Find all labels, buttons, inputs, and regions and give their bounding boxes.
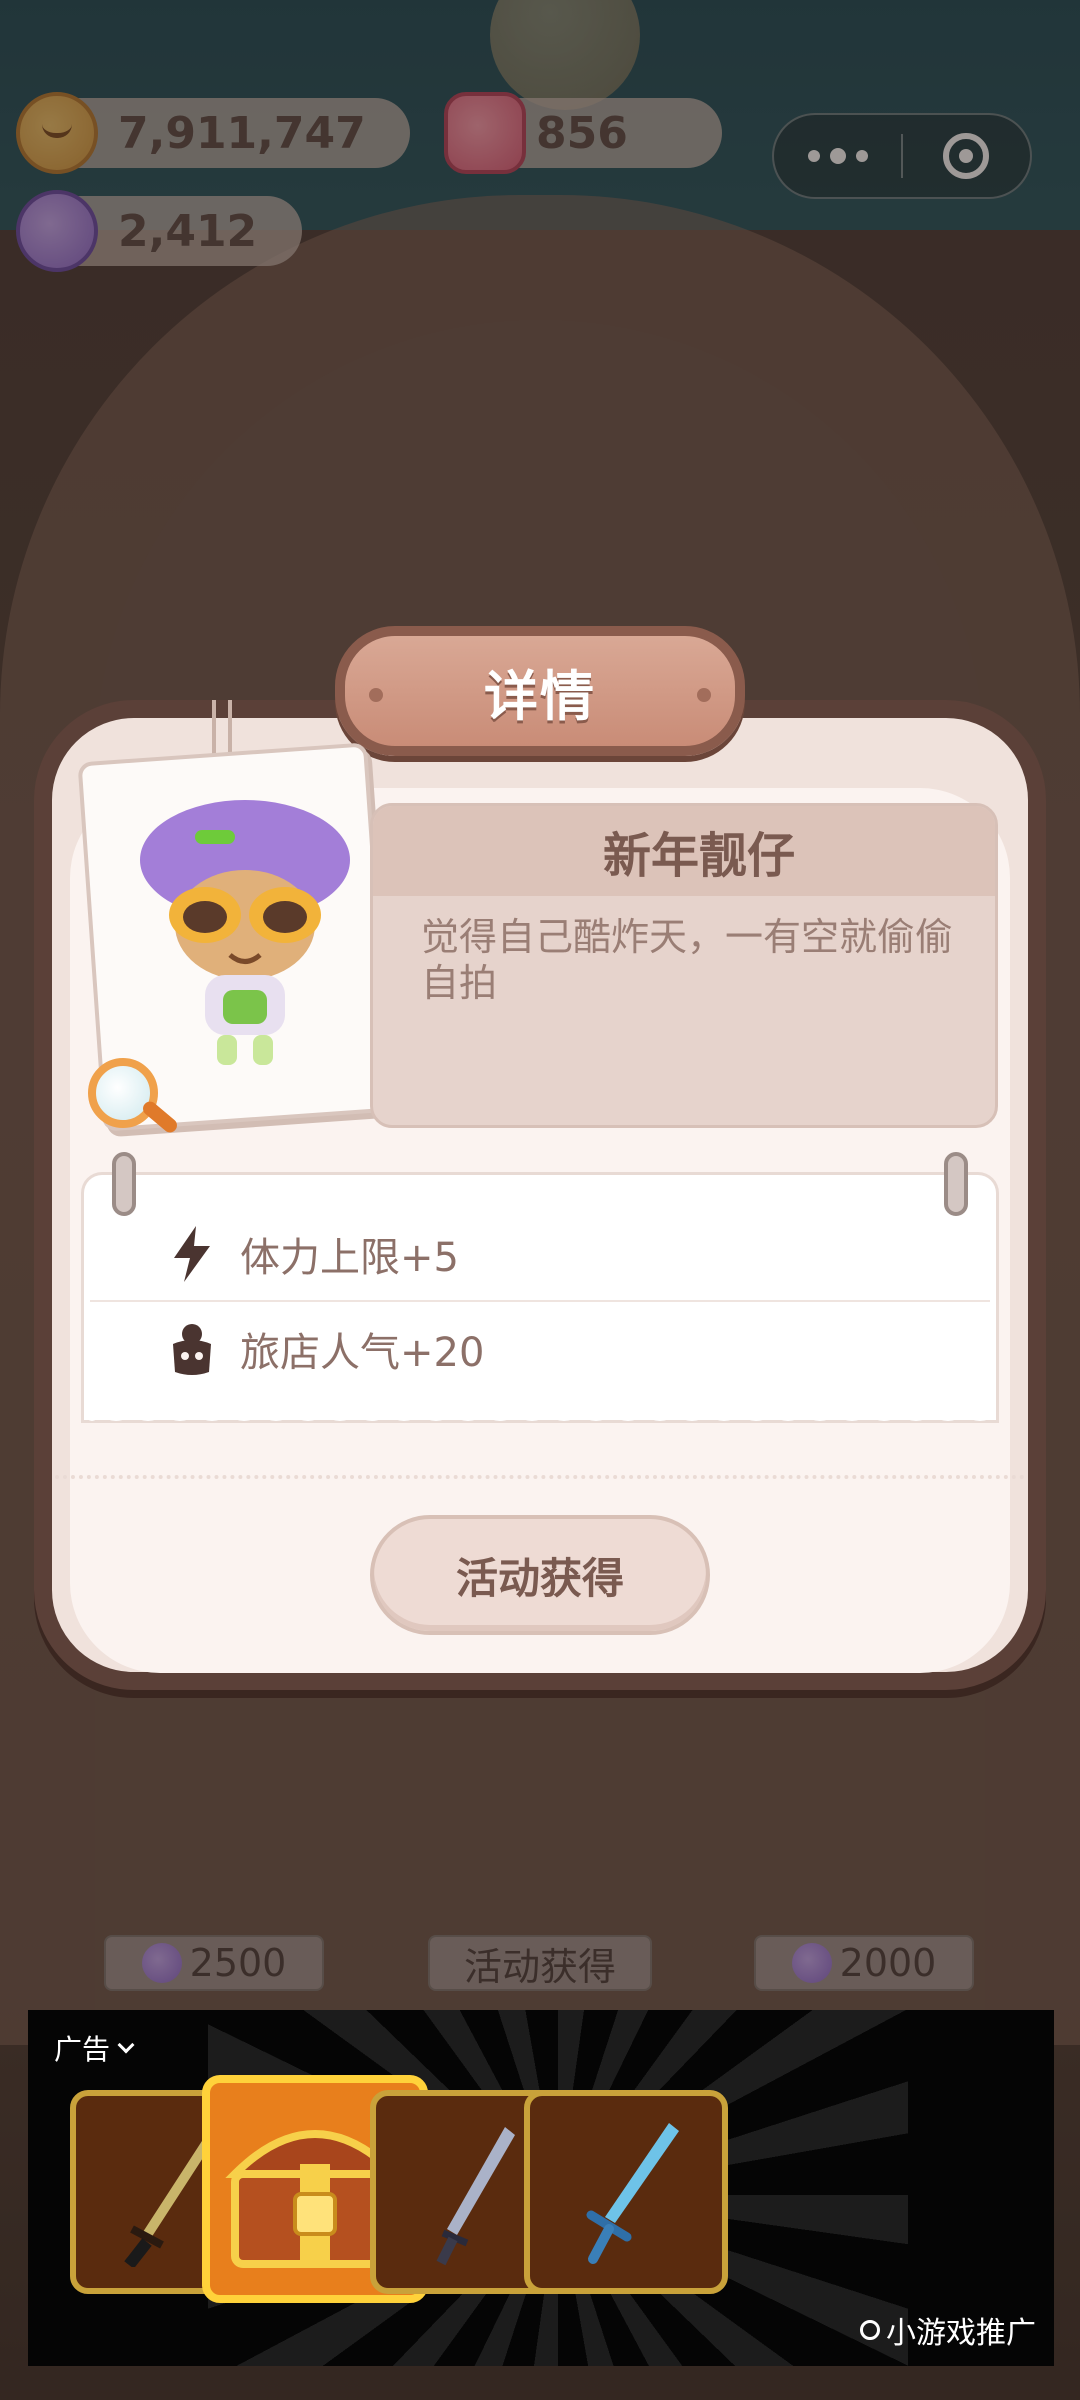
acquire-button-label: 活动获得 (455, 1553, 624, 1603)
promo-text: 小游戏推广 (886, 2316, 1036, 2351)
ad-label-text: 广告 (54, 2033, 111, 2066)
modal-title: 详情 (484, 664, 596, 728)
character-portrait (140, 800, 350, 1065)
paper-wave-edge (84, 1405, 996, 1421)
paper-clip-left (112, 1152, 136, 1216)
magnifier-icon[interactable] (88, 1058, 158, 1128)
link-icon (855, 2315, 885, 2345)
paper-clip-right (944, 1152, 968, 1216)
stat-row-stamina: 体力上限+5 (84, 1208, 996, 1300)
mini-game-promo[interactable]: 小游戏推广 (855, 2308, 1036, 2352)
acquire-button[interactable]: 活动获得 (370, 1515, 710, 1635)
item-info-box: 新年靓仔 觉得自己酷炸天，一有空就偷偷自拍 (370, 803, 998, 1128)
stat-text: 旅店人气+20 (240, 1330, 485, 1376)
lightning-icon (164, 1226, 220, 1282)
dotted-divider (55, 1475, 1025, 1479)
blade-icon (436, 2127, 515, 2266)
ad-banner[interactable]: 广告 小游戏推广 (28, 2010, 1054, 2366)
item-description: 觉得自己酷炸天，一有空就偷偷自拍 (421, 915, 954, 1005)
item-name: 新年靓仔 (602, 828, 795, 884)
ad-item-sword[interactable] (524, 2090, 728, 2294)
sword-icon (586, 2123, 679, 2264)
popularity-icon (164, 1321, 220, 1377)
chevron-down-icon (117, 2036, 135, 2054)
stat-text: 体力上限+5 (240, 1235, 459, 1281)
item-name-bar: 新年靓仔 (373, 806, 995, 896)
modal-header: 详情 (335, 626, 745, 756)
ad-label[interactable]: 广告 (54, 2028, 135, 2068)
stat-divider (90, 1300, 990, 1302)
stat-row-popularity: 旅店人气+20 (84, 1303, 996, 1395)
